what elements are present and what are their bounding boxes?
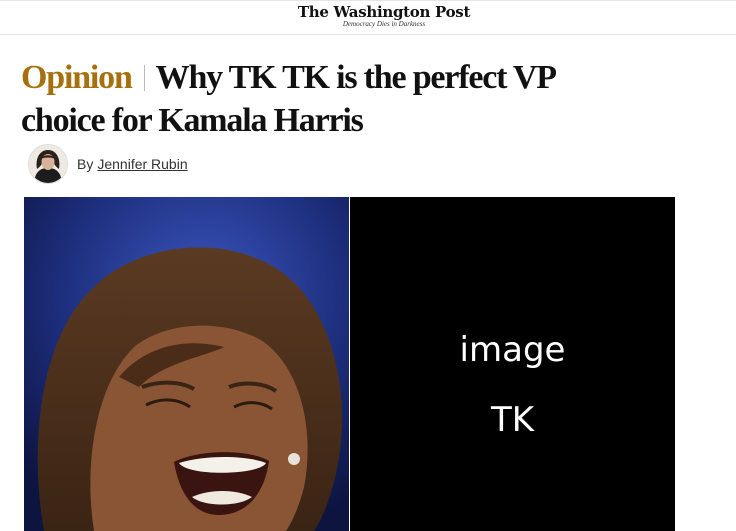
site-tagline: Democracy Dies in Darkness (342, 20, 426, 28)
top-divider (0, 0, 736, 1)
image-placeholder: image TK (350, 197, 675, 531)
author-link[interactable]: Jennifer Rubin (97, 156, 187, 172)
headline-divider (143, 65, 145, 91)
section-kicker[interactable]: Opinion (21, 59, 133, 96)
site-logo[interactable]: The Washington Post (0, 3, 736, 21)
placeholder-text-image: image (459, 330, 566, 370)
placeholder-text-tk: TK (490, 400, 535, 440)
harris-photo (24, 197, 349, 531)
byline-prefix: By (77, 156, 94, 172)
author-avatar[interactable] (28, 144, 68, 184)
masthead: The Washington Post Democracy Dies in Da… (0, 0, 736, 35)
byline: By Jennifer Rubin (28, 144, 188, 184)
article-headline: Opinion Why TK TK is the perfect VP choic… (21, 56, 581, 142)
